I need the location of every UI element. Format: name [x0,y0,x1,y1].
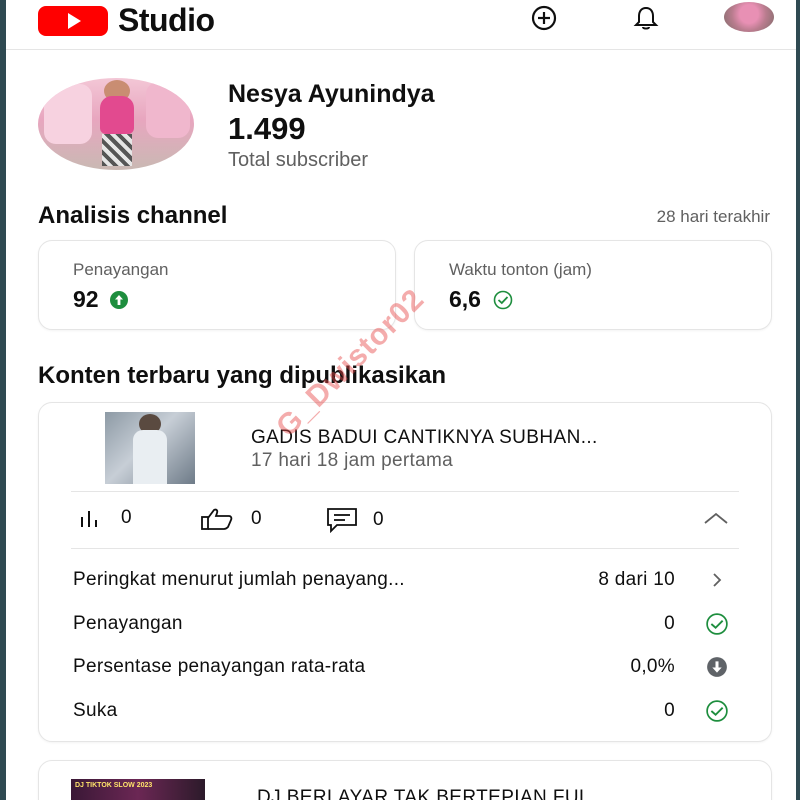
video-thumbnail[interactable]: DJ TIKTOK SLOW 2023 [71,779,205,800]
bell-icon[interactable] [628,3,664,33]
comments-metric-value: 0 [373,509,384,530]
divider [71,548,739,549]
subscriber-label: Total subscriber [228,149,369,171]
check-circle-icon [701,698,733,724]
account-avatar[interactable] [724,2,774,32]
avg-view-percentage-row: Persentase penayangan rata-rata 0,0% [73,652,737,682]
thumbnail-text: DJ TIKTOK SLOW 2023 [75,782,153,789]
views-row: Penayangan 0 [73,609,737,639]
latest-video-card[interactable]: GADIS BADUI CANTIKNYA SUBHAN... 17 hari … [38,402,772,742]
views-value: 92 [73,286,129,313]
subscriber-count: 1.499 [228,111,306,146]
views-metric-value: 0 [121,507,132,528]
arrow-down-circle-icon [701,654,733,680]
ranking-value: 8 dari 10 [598,569,675,590]
ranking-label: Peringkat menurut jumlah penayang... [73,569,405,590]
watch-time-label: Waktu tonton (jam) [449,260,592,279]
views-label: Penayangan [73,260,169,279]
chevron-up-icon[interactable] [703,511,729,530]
video-subtitle: 17 hari 18 jam pertama [251,450,453,471]
thumbs-up-icon [199,507,237,531]
video-thumbnail[interactable] [105,412,195,484]
views-metric: 0 [77,507,132,529]
watch-time-value: 6,6 [449,286,515,313]
arrow-up-icon [109,290,129,310]
chevron-right-icon [701,567,733,593]
analytics-title: Analisis channel [38,202,228,229]
create-icon[interactable] [526,3,562,33]
second-video-card[interactable]: DJ TIKTOK SLOW 2023 DJ BERLAYAR TAK BERT… [38,760,772,800]
watch-time-card[interactable]: Waktu tonton (jam) 6,6 [414,240,772,330]
divider [71,491,739,492]
studio-logo[interactable]: Studio [38,2,215,39]
channel-avatar [38,78,194,170]
views-card[interactable]: Penayangan 92 [38,240,396,330]
ranking-row[interactable]: Peringkat menurut jumlah penayang... 8 d… [73,565,737,595]
likes-metric: 0 [199,507,262,531]
top-bar: Studio [6,0,796,50]
likes-row: Suka 0 [73,696,737,726]
views-number: 92 [73,286,99,312]
likes-metric-value: 0 [251,508,262,529]
views-row-label: Penayangan [73,613,183,634]
bar-chart-icon [77,507,107,529]
comment-icon [325,507,359,533]
app-name: Studio [118,2,215,38]
video-title[interactable]: DJ BERLAYAR TAK BERTEPIAN FUL... [257,787,607,800]
avg-view-percentage-label: Persentase penayangan rata-rata [73,656,366,677]
youtube-logo-icon [38,5,108,36]
likes-row-value: 0 [664,700,675,721]
video-title[interactable]: GADIS BADUI CANTIKNYA SUBHAN... [251,427,598,449]
likes-row-label: Suka [73,700,118,721]
channel-name: Nesya Ayunindya [228,80,435,108]
latest-content-title: Konten terbaru yang dipublikasikan [38,362,447,389]
check-circle-icon [491,290,515,310]
left-edge [0,0,6,800]
check-circle-icon [701,611,733,637]
avg-view-percentage-value: 0,0% [630,656,675,677]
comments-metric: 0 [325,507,384,533]
right-edge [796,0,800,800]
watch-time-number: 6,6 [449,286,481,312]
analytics-period: 28 hari terakhir [656,207,770,226]
views-row-value: 0 [664,613,675,634]
